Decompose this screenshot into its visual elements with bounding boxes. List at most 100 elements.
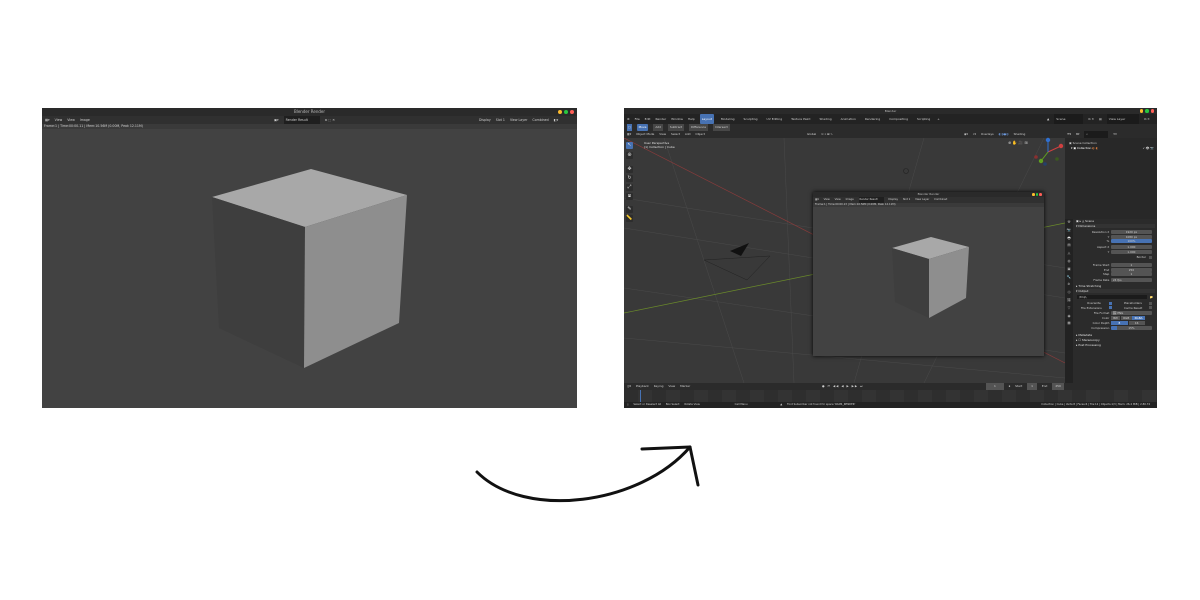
tab-layout[interactable]: Layout bbox=[699, 114, 714, 124]
editor-type-icon[interactable]: ◷▾ bbox=[627, 383, 631, 390]
cursor-tool-icon[interactable]: ⊕ bbox=[626, 152, 633, 159]
scale-tool-icon[interactable]: ⤢ bbox=[626, 184, 633, 191]
rotate-tool-icon[interactable]: ↻ bbox=[626, 175, 633, 182]
close-button[interactable] bbox=[1039, 193, 1042, 196]
pass-select[interactable]: Combined bbox=[532, 116, 548, 124]
tab-rendering[interactable]: Rendering bbox=[863, 114, 882, 124]
time-stretching-panel-header[interactable]: ▸ Time Stretching bbox=[1076, 284, 1155, 288]
aspect-x-field[interactable]: 1.000 bbox=[1110, 245, 1152, 249]
end-frame-field[interactable]: 250 bbox=[1052, 383, 1064, 390]
render-canvas[interactable] bbox=[813, 207, 1044, 356]
marker-menu[interactable]: Marker bbox=[680, 383, 690, 390]
start-frame-field[interactable]: 1 bbox=[1027, 383, 1037, 390]
display-menu[interactable]: Display bbox=[479, 116, 491, 124]
playback-controls[interactable]: ● ⏮ ◀◀ ◀ ▶ ▶▶ ⏭ bbox=[822, 383, 864, 390]
scene-tab-icon[interactable]: ◬ bbox=[1065, 250, 1073, 258]
view-menu[interactable]: View bbox=[668, 383, 675, 390]
tab-sculpting[interactable]: Sculpting bbox=[742, 114, 760, 124]
close-button[interactable] bbox=[570, 110, 574, 114]
render-tab-icon[interactable]: 📷 bbox=[1065, 227, 1073, 235]
color-rgb-button[interactable]: RGB bbox=[1120, 316, 1132, 320]
mode-move[interactable]: Move bbox=[636, 124, 649, 131]
editor-type-icon[interactable]: ☰▾ bbox=[1067, 131, 1071, 138]
view-layer-icon[interactable]: ▤ bbox=[1099, 114, 1102, 124]
frame-end-field[interactable]: 250 bbox=[1110, 267, 1152, 272]
placeholders-checkbox[interactable] bbox=[1149, 301, 1152, 305]
texture-tab-icon[interactable]: ▦ bbox=[1065, 320, 1073, 328]
auto-keying-icon[interactable]: ⏺ bbox=[1009, 383, 1010, 390]
menu-edit[interactable]: Edit bbox=[645, 114, 651, 124]
scene-field[interactable]: Scene bbox=[1054, 114, 1084, 124]
frame-rate-select[interactable]: 24 fps bbox=[1110, 278, 1152, 282]
channels-icon[interactable]: ◧▾ bbox=[554, 116, 559, 124]
minimize-button[interactable] bbox=[1032, 193, 1035, 196]
resolution-percent-field[interactable]: 100% bbox=[1110, 239, 1152, 243]
editor-type-icon[interactable]: ▦▾ bbox=[627, 131, 631, 138]
modifier-tab-icon[interactable]: 🔧 bbox=[1065, 274, 1073, 282]
view-menu[interactable]: View bbox=[67, 116, 75, 124]
constraints-tab-icon[interactable]: ⛓ bbox=[1065, 297, 1073, 305]
select-tool-icon[interactable]: ▢ bbox=[627, 124, 632, 131]
scene-icon[interactable]: ▲ bbox=[1047, 114, 1049, 124]
filter-icon[interactable]: ⏷▾ bbox=[1113, 131, 1117, 138]
current-frame-field[interactable]: 1 bbox=[986, 383, 1004, 390]
blender-logo-icon[interactable]: ⚙ bbox=[627, 114, 630, 124]
mode-difference[interactable]: Difference bbox=[689, 124, 709, 131]
aspect-y-field[interactable]: 1.000 bbox=[1110, 249, 1152, 254]
editor-type-icon[interactable]: ▦▾ bbox=[45, 116, 50, 124]
frame-step-field[interactable]: 1 bbox=[1110, 272, 1152, 276]
image-name-field[interactable]: Render Result bbox=[283, 116, 320, 124]
render-canvas[interactable] bbox=[42, 129, 577, 408]
maximize-button[interactable] bbox=[1145, 109, 1149, 113]
color-rgba-button[interactable]: RGBA bbox=[1132, 316, 1145, 320]
metadata-panel-header[interactable]: ▸ Metadata bbox=[1076, 333, 1155, 337]
navigation-gizmo[interactable] bbox=[1031, 137, 1065, 167]
mode-subtract[interactable]: Subtract bbox=[667, 124, 685, 131]
resolution-x-field[interactable]: 1920 px bbox=[1110, 230, 1152, 234]
maximize-button[interactable] bbox=[564, 110, 568, 114]
playback-menu[interactable]: Playback bbox=[636, 383, 649, 390]
tab-texture-paint[interactable]: Texture Paint bbox=[789, 114, 812, 124]
viewport-nav-buttons[interactable]: ⊕✋🎥⊞ bbox=[1008, 140, 1029, 145]
tab-modeling[interactable]: Modeling bbox=[719, 114, 737, 124]
tool-tab-icon[interactable]: ⚒ bbox=[1065, 219, 1073, 227]
post-processing-panel-header[interactable]: ▸ Post Processing bbox=[1076, 343, 1155, 347]
visibility-icons[interactable]: ✓ 👁 📷 bbox=[1142, 146, 1154, 150]
menu-window[interactable]: Window bbox=[671, 114, 683, 124]
view-layer-tab-icon[interactable]: ▤ bbox=[1065, 242, 1073, 250]
particles-tab-icon[interactable]: ✲ bbox=[1065, 281, 1073, 289]
move-tool-icon[interactable]: ✥ bbox=[626, 166, 633, 173]
tab-compositing[interactable]: Compositing bbox=[887, 114, 910, 124]
object-menu[interactable]: Object bbox=[695, 131, 704, 138]
tab-shading[interactable]: Shading bbox=[817, 114, 833, 124]
world-tab-icon[interactable]: ◍ bbox=[1065, 258, 1073, 266]
3d-viewport[interactable]: ▦▾ Object Mode View Select Add Object Gl… bbox=[624, 131, 1065, 383]
resolution-y-field[interactable]: 1080 px bbox=[1110, 234, 1152, 239]
image-actions-icon[interactable]: ⧉ ⬚ ✕ bbox=[325, 116, 335, 124]
shading-toggle[interactable]: Shading bbox=[1014, 131, 1026, 138]
stereoscopy-panel-header[interactable]: ▸ ☐ Stereoscopy bbox=[1076, 338, 1155, 342]
color-depth-8-button[interactable]: 8 bbox=[1110, 321, 1128, 325]
keying-menu[interactable]: Keying bbox=[654, 383, 664, 390]
file-format-select[interactable]: 🖼 PNG bbox=[1110, 311, 1152, 315]
gizmo-icon[interactable]: ⌖▾ bbox=[973, 131, 976, 138]
dimensions-panel-header[interactable]: ▾ Dimensions bbox=[1076, 224, 1155, 228]
image-menu[interactable]: Image bbox=[80, 116, 90, 124]
transform-tool-icon[interactable]: ⧈ bbox=[626, 193, 633, 200]
cache-result-checkbox[interactable] bbox=[1149, 306, 1152, 309]
view-layer-field[interactable]: View Layer bbox=[1106, 114, 1140, 124]
close-button[interactable] bbox=[1150, 109, 1154, 113]
mode-add[interactable]: Add bbox=[653, 124, 663, 131]
file-extensions-checkbox[interactable] bbox=[1109, 306, 1112, 309]
tab-uv-editing[interactable]: UV Editing bbox=[765, 114, 785, 124]
select-box-tool-icon[interactable]: ↖ bbox=[626, 142, 633, 149]
physics-tab-icon[interactable]: ◎ bbox=[1065, 289, 1073, 297]
select-menu[interactable]: Select bbox=[671, 131, 680, 138]
folder-icon[interactable]: 📁 bbox=[1150, 295, 1153, 299]
view-layer-actions-icon[interactable]: ⧉ ✕ bbox=[1144, 114, 1150, 124]
output-tab-icon[interactable]: 🖶 bbox=[1065, 235, 1073, 243]
output-path-field[interactable]: /tmp\ bbox=[1077, 295, 1147, 299]
object-mode-select[interactable]: Object Mode bbox=[636, 131, 654, 138]
scene-actions-icon[interactable]: ⧉ ✕ bbox=[1088, 114, 1094, 124]
tab-scripting[interactable]: Scripting bbox=[915, 114, 932, 124]
